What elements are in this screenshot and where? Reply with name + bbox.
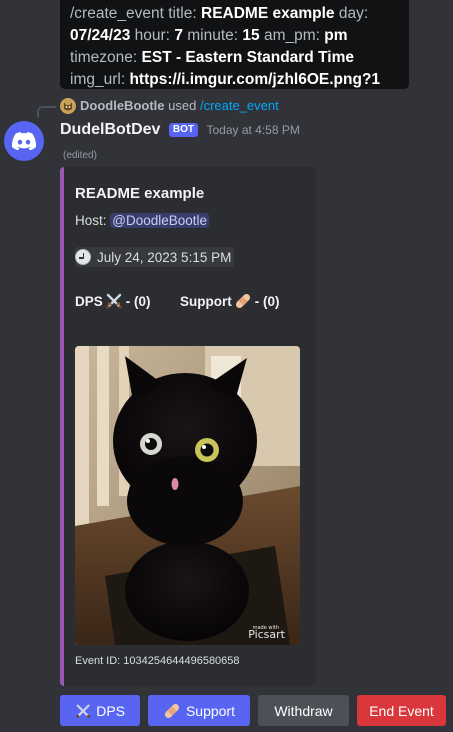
crossed-swords-icon (76, 704, 90, 718)
bot-avatar[interactable] (4, 121, 44, 161)
message-timestamp[interactable]: Today at 4:58 PM (206, 123, 299, 137)
support-button[interactable]: Support (148, 695, 250, 726)
adhesive-bandage-icon (235, 293, 250, 309)
support-count: - (0) (254, 293, 280, 309)
embed-host-label: Host: (75, 213, 107, 228)
tooltip-command: /create_event (70, 5, 164, 22)
withdraw-button-label: Withdraw (274, 702, 333, 719)
tooltip-minute-key: minute: (187, 27, 239, 44)
adhesive-bandage-icon (164, 703, 179, 718)
tooltip-ampm-value: pm (324, 27, 348, 44)
interaction-reference[interactable]: DoodleBootle used /create_event (0, 97, 453, 118)
embed-title: README example (75, 185, 205, 202)
tooltip-hour-key: hour: (134, 27, 170, 44)
dps-button-label: DPS (96, 702, 125, 719)
dps-field: DPS - (0) (75, 292, 151, 310)
command-options-tooltip: /create_event title: README example day:… (60, 0, 409, 89)
dps-button[interactable]: DPS (60, 695, 140, 726)
reply-spine (37, 106, 56, 118)
action-buttons: DPS Support Withdraw End Event (60, 695, 446, 726)
tooltip-title-value: README example (201, 5, 335, 22)
bot-username[interactable]: DudelBotDev (60, 121, 160, 138)
host-mention[interactable]: @DoodleBootle (110, 213, 210, 228)
embed-date-timestamp[interactable]: July 24, 2023 5:15 PM (75, 247, 235, 267)
reply-command-link[interactable]: /create_event (200, 98, 279, 113)
embed-image-black-cat[interactable]: made with Picsart (75, 346, 300, 645)
reply-used-text: used (168, 98, 197, 113)
tooltip-day-key: day: (338, 5, 369, 22)
tooltip-timezone-value: EST - Eastern Standard Time (141, 49, 354, 66)
message-header: DudelBotDev BOT Today at 4:58 PM (60, 121, 300, 141)
reply-text: DoodleBootle used /create_event (80, 98, 279, 114)
withdraw-button[interactable]: Withdraw (258, 695, 349, 726)
cat-face-icon (64, 102, 72, 111)
picsart-watermark: Picsart (248, 628, 285, 641)
end-event-button-label: End Event (369, 702, 434, 719)
discord-logo-icon (12, 132, 36, 150)
support-field-label: Support (180, 293, 232, 309)
end-event-button[interactable]: End Event (357, 695, 446, 726)
reply-avatar-cat-icon[interactable] (60, 98, 76, 114)
clock-icon (75, 249, 91, 265)
dps-field-label: DPS (75, 293, 103, 309)
embed-date-text: July 24, 2023 5:15 PM (97, 249, 232, 265)
tooltip-day-value: 07/24/23 (70, 27, 131, 44)
tooltip-timezone-key: timezone: (70, 49, 138, 66)
tooltip-title-key: title: (168, 5, 197, 22)
support-field: Support - (0) (180, 292, 280, 310)
tooltip-minute-value: 15 (242, 27, 260, 44)
embed-host-line: Host: @DoodleBootle (75, 213, 210, 228)
support-button-label: Support (185, 702, 235, 719)
embed-footer: Event ID: 1034254644496580658 (75, 655, 240, 667)
crossed-swords-icon (106, 293, 122, 309)
edited-label: (edited) (63, 150, 97, 161)
event-embed: README example Host: @DoodleBootle July … (60, 167, 316, 686)
tooltip-img-url-key: img_url: (70, 71, 126, 88)
bot-tag-badge: BOT (168, 123, 199, 137)
dps-count: - (0) (125, 293, 151, 309)
tooltip-hour-value: 7 (174, 27, 183, 44)
tooltip-ampm-key: am_pm: (263, 27, 320, 44)
tooltip-img-url-value: https://i.imgur.com/jzhl6OE.png?1 (129, 71, 381, 88)
cat-photo: made with Picsart (75, 346, 300, 645)
reply-username[interactable]: DoodleBootle (80, 98, 165, 113)
